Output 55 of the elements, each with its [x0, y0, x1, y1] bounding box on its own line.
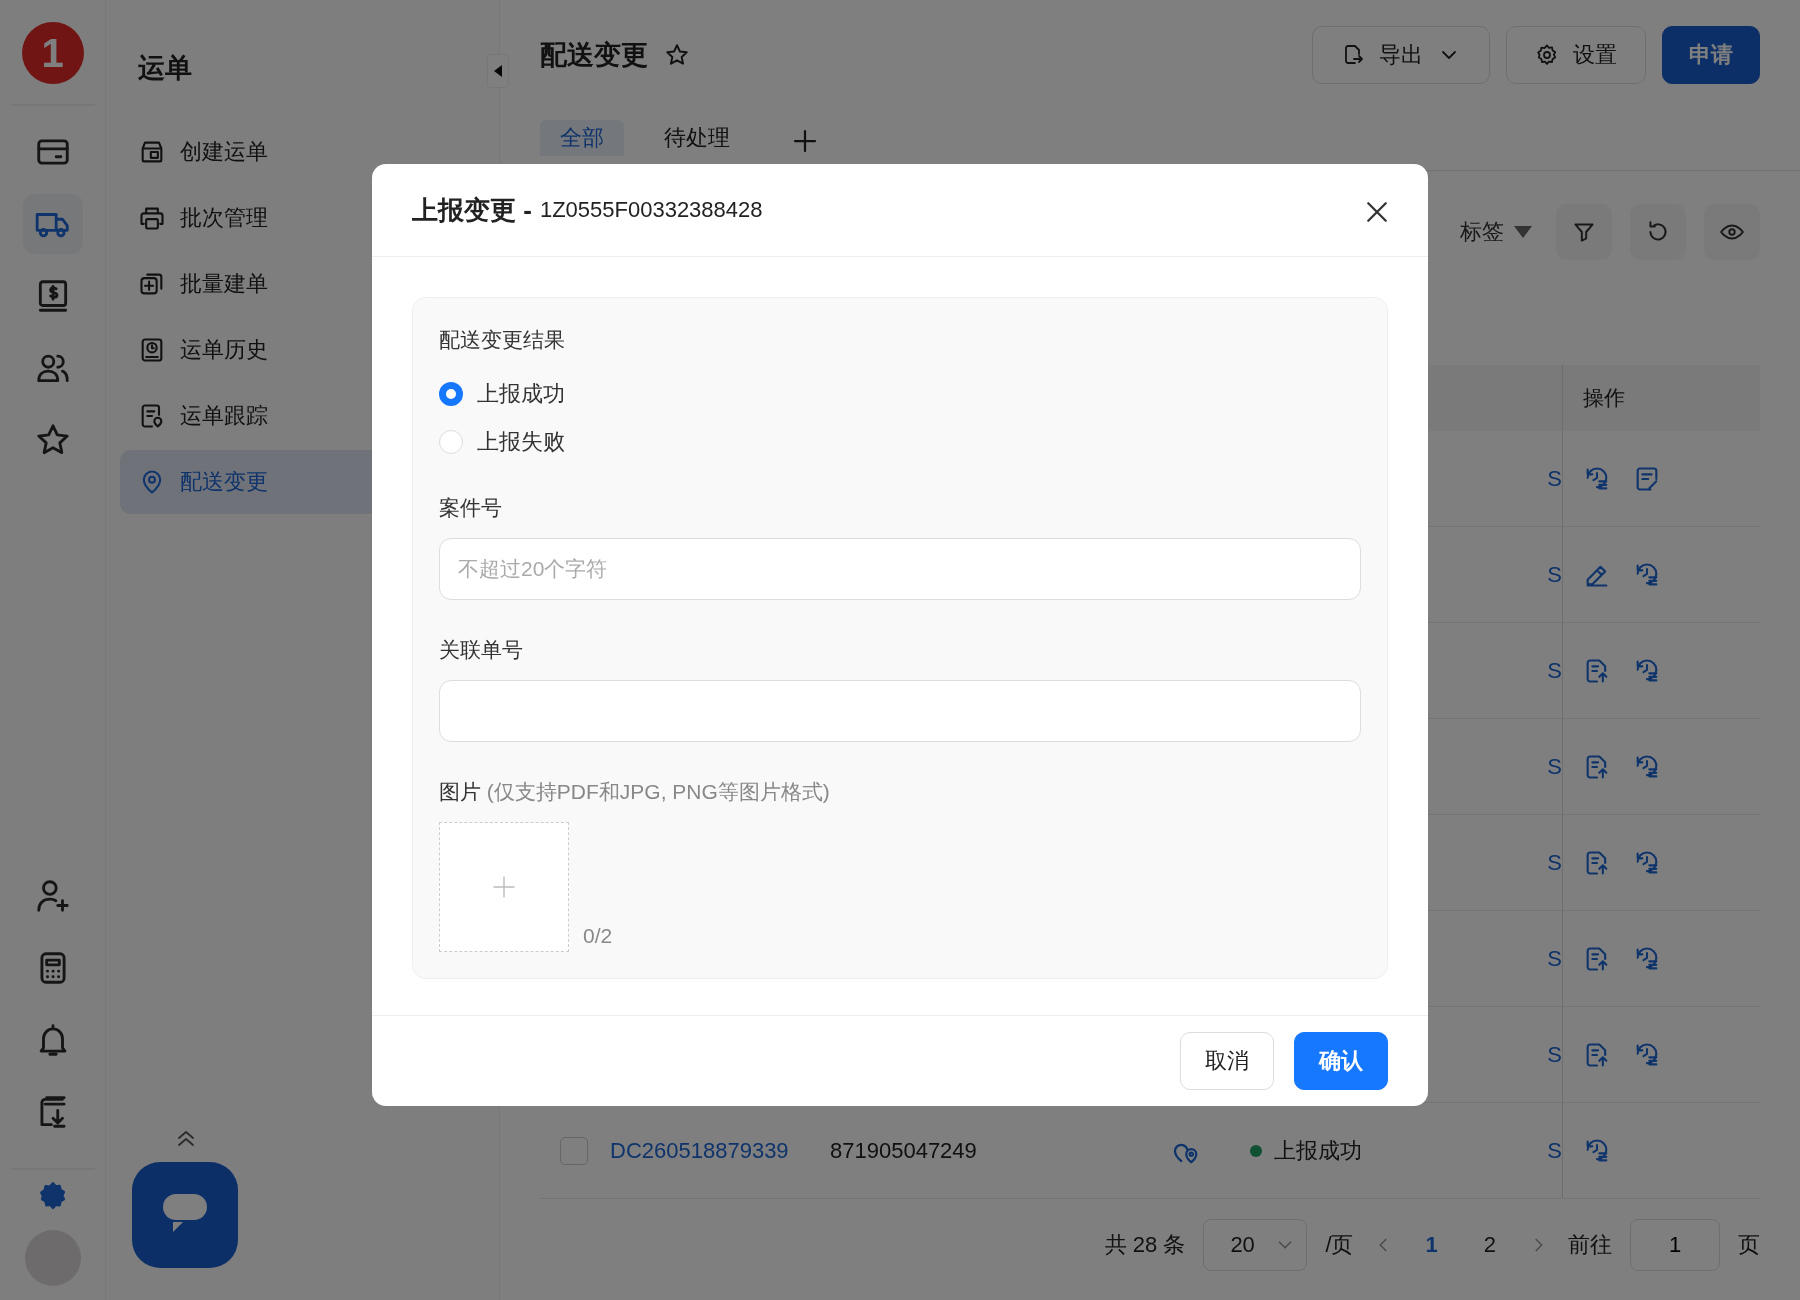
page-suffix: 页	[1738, 1231, 1760, 1259]
chat-button[interactable]	[132, 1162, 238, 1268]
tracking-number: 1Z0555F00332388428	[539, 197, 763, 223]
reference-number-field[interactable]	[439, 680, 1361, 742]
radio-option[interactable]: 上报成功	[439, 370, 565, 418]
per-page-label: /页	[1325, 1231, 1354, 1259]
caret-down-icon	[1514, 225, 1532, 239]
nav-item[interactable]: 创建运单	[120, 120, 499, 184]
view-button[interactable]	[1704, 204, 1760, 260]
field-label: 图片 (仅支持PDF和JPG, PNG等图片格式)	[439, 779, 831, 805]
table-cell: S	[1547, 945, 1562, 972]
collapse-handle[interactable]	[487, 54, 509, 88]
total-count: 共 28 条	[1104, 1231, 1186, 1259]
star-icon[interactable]	[664, 42, 690, 68]
page-title: 配送变更	[540, 39, 648, 72]
goto-label: 前往	[1568, 1231, 1612, 1259]
truck-button[interactable]	[22, 194, 83, 254]
table-cell: S	[1547, 1137, 1562, 1164]
table-cell: S	[1547, 465, 1562, 492]
radio-circle[interactable]	[439, 382, 463, 406]
table-cell: S	[1547, 1041, 1562, 1068]
row-checkbox[interactable]	[560, 1136, 588, 1165]
status-text: 上报成功	[1274, 1136, 1362, 1165]
nav-item[interactable]: 批量建单	[120, 252, 499, 316]
page-size-select[interactable]: 20	[1203, 1219, 1308, 1271]
page-number[interactable]: 1	[1411, 1232, 1452, 1258]
field-label: 关联单号	[439, 637, 524, 663]
tab[interactable]: 全部	[540, 120, 624, 156]
apply-button[interactable]: 申请	[1662, 26, 1760, 84]
tag-filter[interactable]: 标签	[1454, 216, 1538, 248]
settings-button[interactable]: 设置	[1506, 26, 1646, 84]
column-header: 操作	[1583, 385, 1625, 411]
goto-page-field[interactable]: 1	[1630, 1219, 1720, 1271]
logo: 1	[21, 22, 84, 84]
tab[interactable]: 待处理	[644, 120, 750, 156]
order-link[interactable]: DC260518879339	[610, 1137, 789, 1164]
cancel-button[interactable]: 取消	[1180, 1032, 1274, 1090]
confirm-button[interactable]: 确认	[1294, 1032, 1388, 1090]
dialog-title: 上报变更 -	[412, 193, 532, 227]
field-label: 配送变更结果	[439, 327, 566, 353]
table-cell: S	[1547, 753, 1562, 780]
table-cell: S	[1547, 849, 1562, 876]
table-cell: S	[1547, 657, 1562, 684]
export-button[interactable]: 导出	[1312, 26, 1490, 84]
nav-title: 运单	[137, 52, 192, 85]
upload-count: 0/2	[583, 924, 613, 948]
page-number[interactable]: 2	[1469, 1232, 1510, 1258]
case-number-field[interactable]: 不超过20个字符	[439, 538, 1361, 600]
table-cell: 871905047249	[830, 1137, 977, 1164]
status-dot	[1250, 1144, 1262, 1157]
table-cell: S	[1547, 561, 1562, 588]
gear-icon	[1535, 43, 1559, 67]
refresh-button[interactable]	[1630, 204, 1686, 260]
caret-left-icon	[494, 65, 502, 77]
filter-button[interactable]	[1556, 204, 1612, 260]
